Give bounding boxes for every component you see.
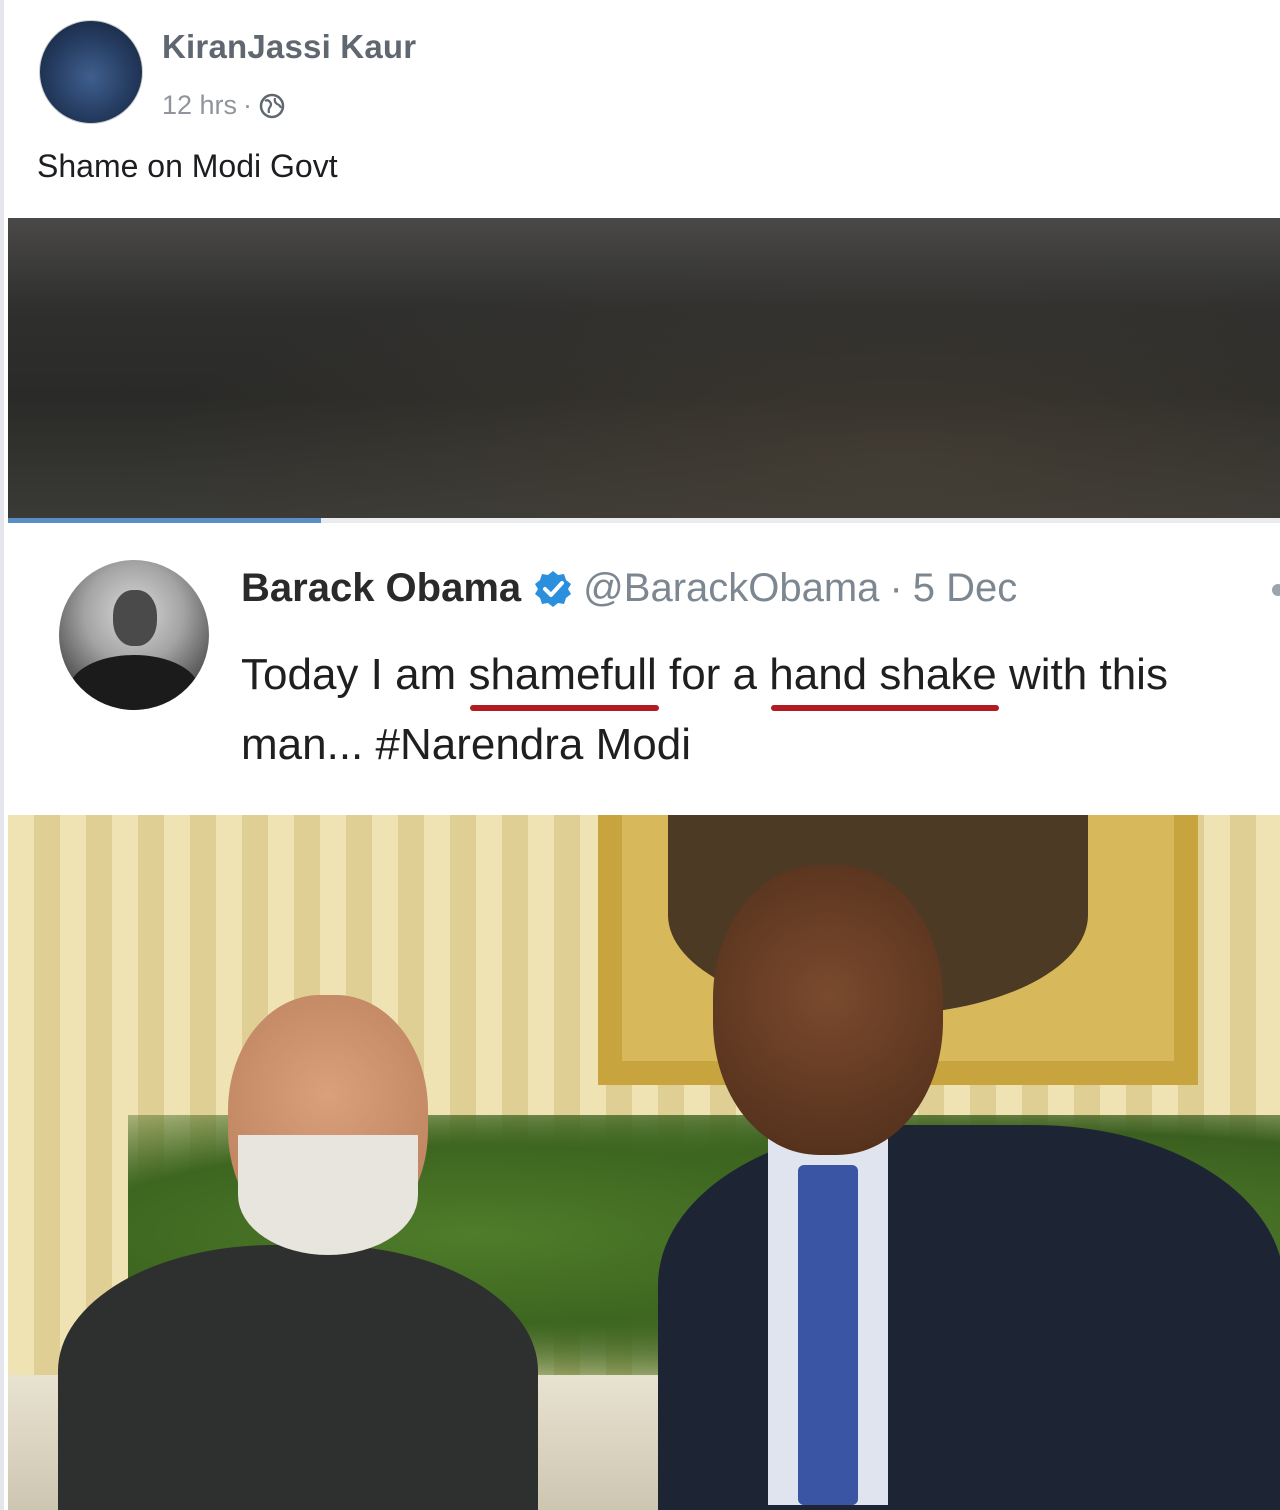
- tweet-author-name: Barack Obama: [241, 566, 522, 610]
- tweet-text-part-2: for a: [656, 650, 770, 699]
- blurred-video-preview[interactable]: [8, 218, 1280, 518]
- tweet-avatar: [59, 560, 209, 710]
- tweet-text-part-1: Today I am: [241, 650, 469, 699]
- person-left-jacket: [58, 1245, 538, 1510]
- tweet-photo[interactable]: [8, 815, 1280, 1510]
- person-right-tie: [798, 1165, 858, 1505]
- author-name[interactable]: KiranJassi Kaur: [162, 28, 416, 66]
- tweet-handle: @BarackObama: [583, 566, 880, 610]
- person-left-beard: [238, 1135, 418, 1255]
- video-progress-fill: [8, 518, 321, 523]
- avatar-suit-shape: [69, 655, 199, 710]
- post-meta: 12 hrs ·: [162, 90, 286, 121]
- post-text: Shame on Modi Govt: [37, 148, 338, 184]
- author-avatar[interactable]: [39, 20, 143, 124]
- facebook-post: KiranJassi Kaur 12 hrs · Shame on Modi G…: [0, 0, 1280, 1510]
- person-right: [658, 855, 1280, 1510]
- avatar-head-shape: [113, 590, 157, 646]
- globe-icon[interactable]: [258, 92, 286, 120]
- video-progress-bar[interactable]: [8, 518, 1280, 523]
- tweet-date: 5 Dec: [912, 566, 1018, 610]
- meta-separator: ·: [243, 90, 253, 120]
- tweet-header: Barack Obama @BarackObama · 5 Dec: [241, 566, 1017, 611]
- person-right-face: [713, 865, 943, 1155]
- verified-badge-icon: [535, 570, 572, 607]
- person-right-suit: [658, 1125, 1280, 1510]
- underlined-word-shamefull: shamefull: [468, 650, 657, 699]
- tweet-separator: ·: [889, 566, 903, 610]
- person-left: [38, 995, 558, 1510]
- more-options-icon: [1272, 584, 1280, 596]
- tweet-text: Today I am shamefull for a hand shake wi…: [241, 640, 1271, 780]
- underlined-phrase-hand-shake: hand shake: [769, 650, 997, 699]
- post-timestamp[interactable]: 12 hrs: [162, 90, 237, 121]
